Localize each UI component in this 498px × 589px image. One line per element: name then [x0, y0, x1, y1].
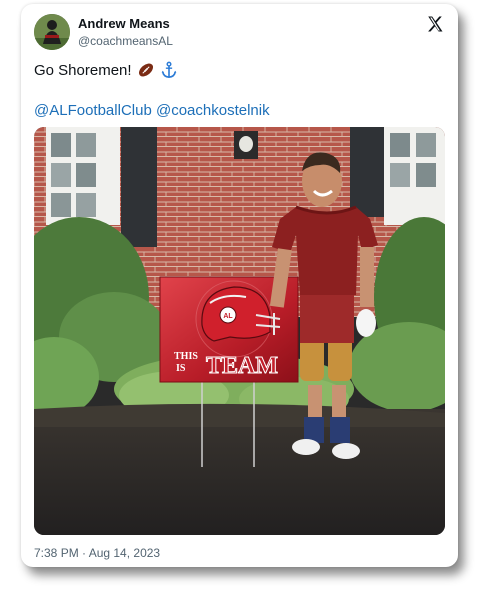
football-emoji-icon: [138, 63, 153, 77]
author-name[interactable]: Andrew Means: [78, 16, 170, 31]
shutter-right: [350, 127, 384, 217]
tweet-body: Go Shoremen!: [34, 61, 132, 79]
shutter-left: [121, 127, 157, 247]
tweet-timestamp[interactable]: 7:38 PM · Aug 14, 2023: [34, 546, 160, 560]
sign-text-this: THIS: [174, 351, 198, 362]
helmet-logo: AL: [223, 313, 233, 320]
mention-alfootballclub[interactable]: @ALFootballClub: [34, 102, 152, 119]
mentions: @ALFootballClub @coachkostelnik: [34, 102, 270, 119]
avatar-photo: [34, 14, 70, 50]
author-handle[interactable]: @coachmeansAL: [78, 34, 173, 48]
avatar[interactable]: [34, 14, 70, 50]
photo-scene: AL THIS IS TEAM: [34, 127, 445, 535]
sign-text-is: IS: [176, 363, 186, 374]
tweet-text: Go Shoremen!: [34, 61, 178, 79]
anchor-emoji-icon: [161, 61, 176, 79]
mulch-ground: [34, 409, 445, 535]
mention-coachkostelnik[interactable]: @coachkostelnik: [156, 102, 270, 119]
tweet-card: Andrew Means @coachmeansAL Go Shoremen! …: [21, 4, 458, 567]
sign-text-team: TEAM: [206, 353, 278, 379]
x-logo-icon[interactable]: [426, 15, 444, 33]
tweet-photo[interactable]: AL THIS IS TEAM: [34, 127, 445, 535]
